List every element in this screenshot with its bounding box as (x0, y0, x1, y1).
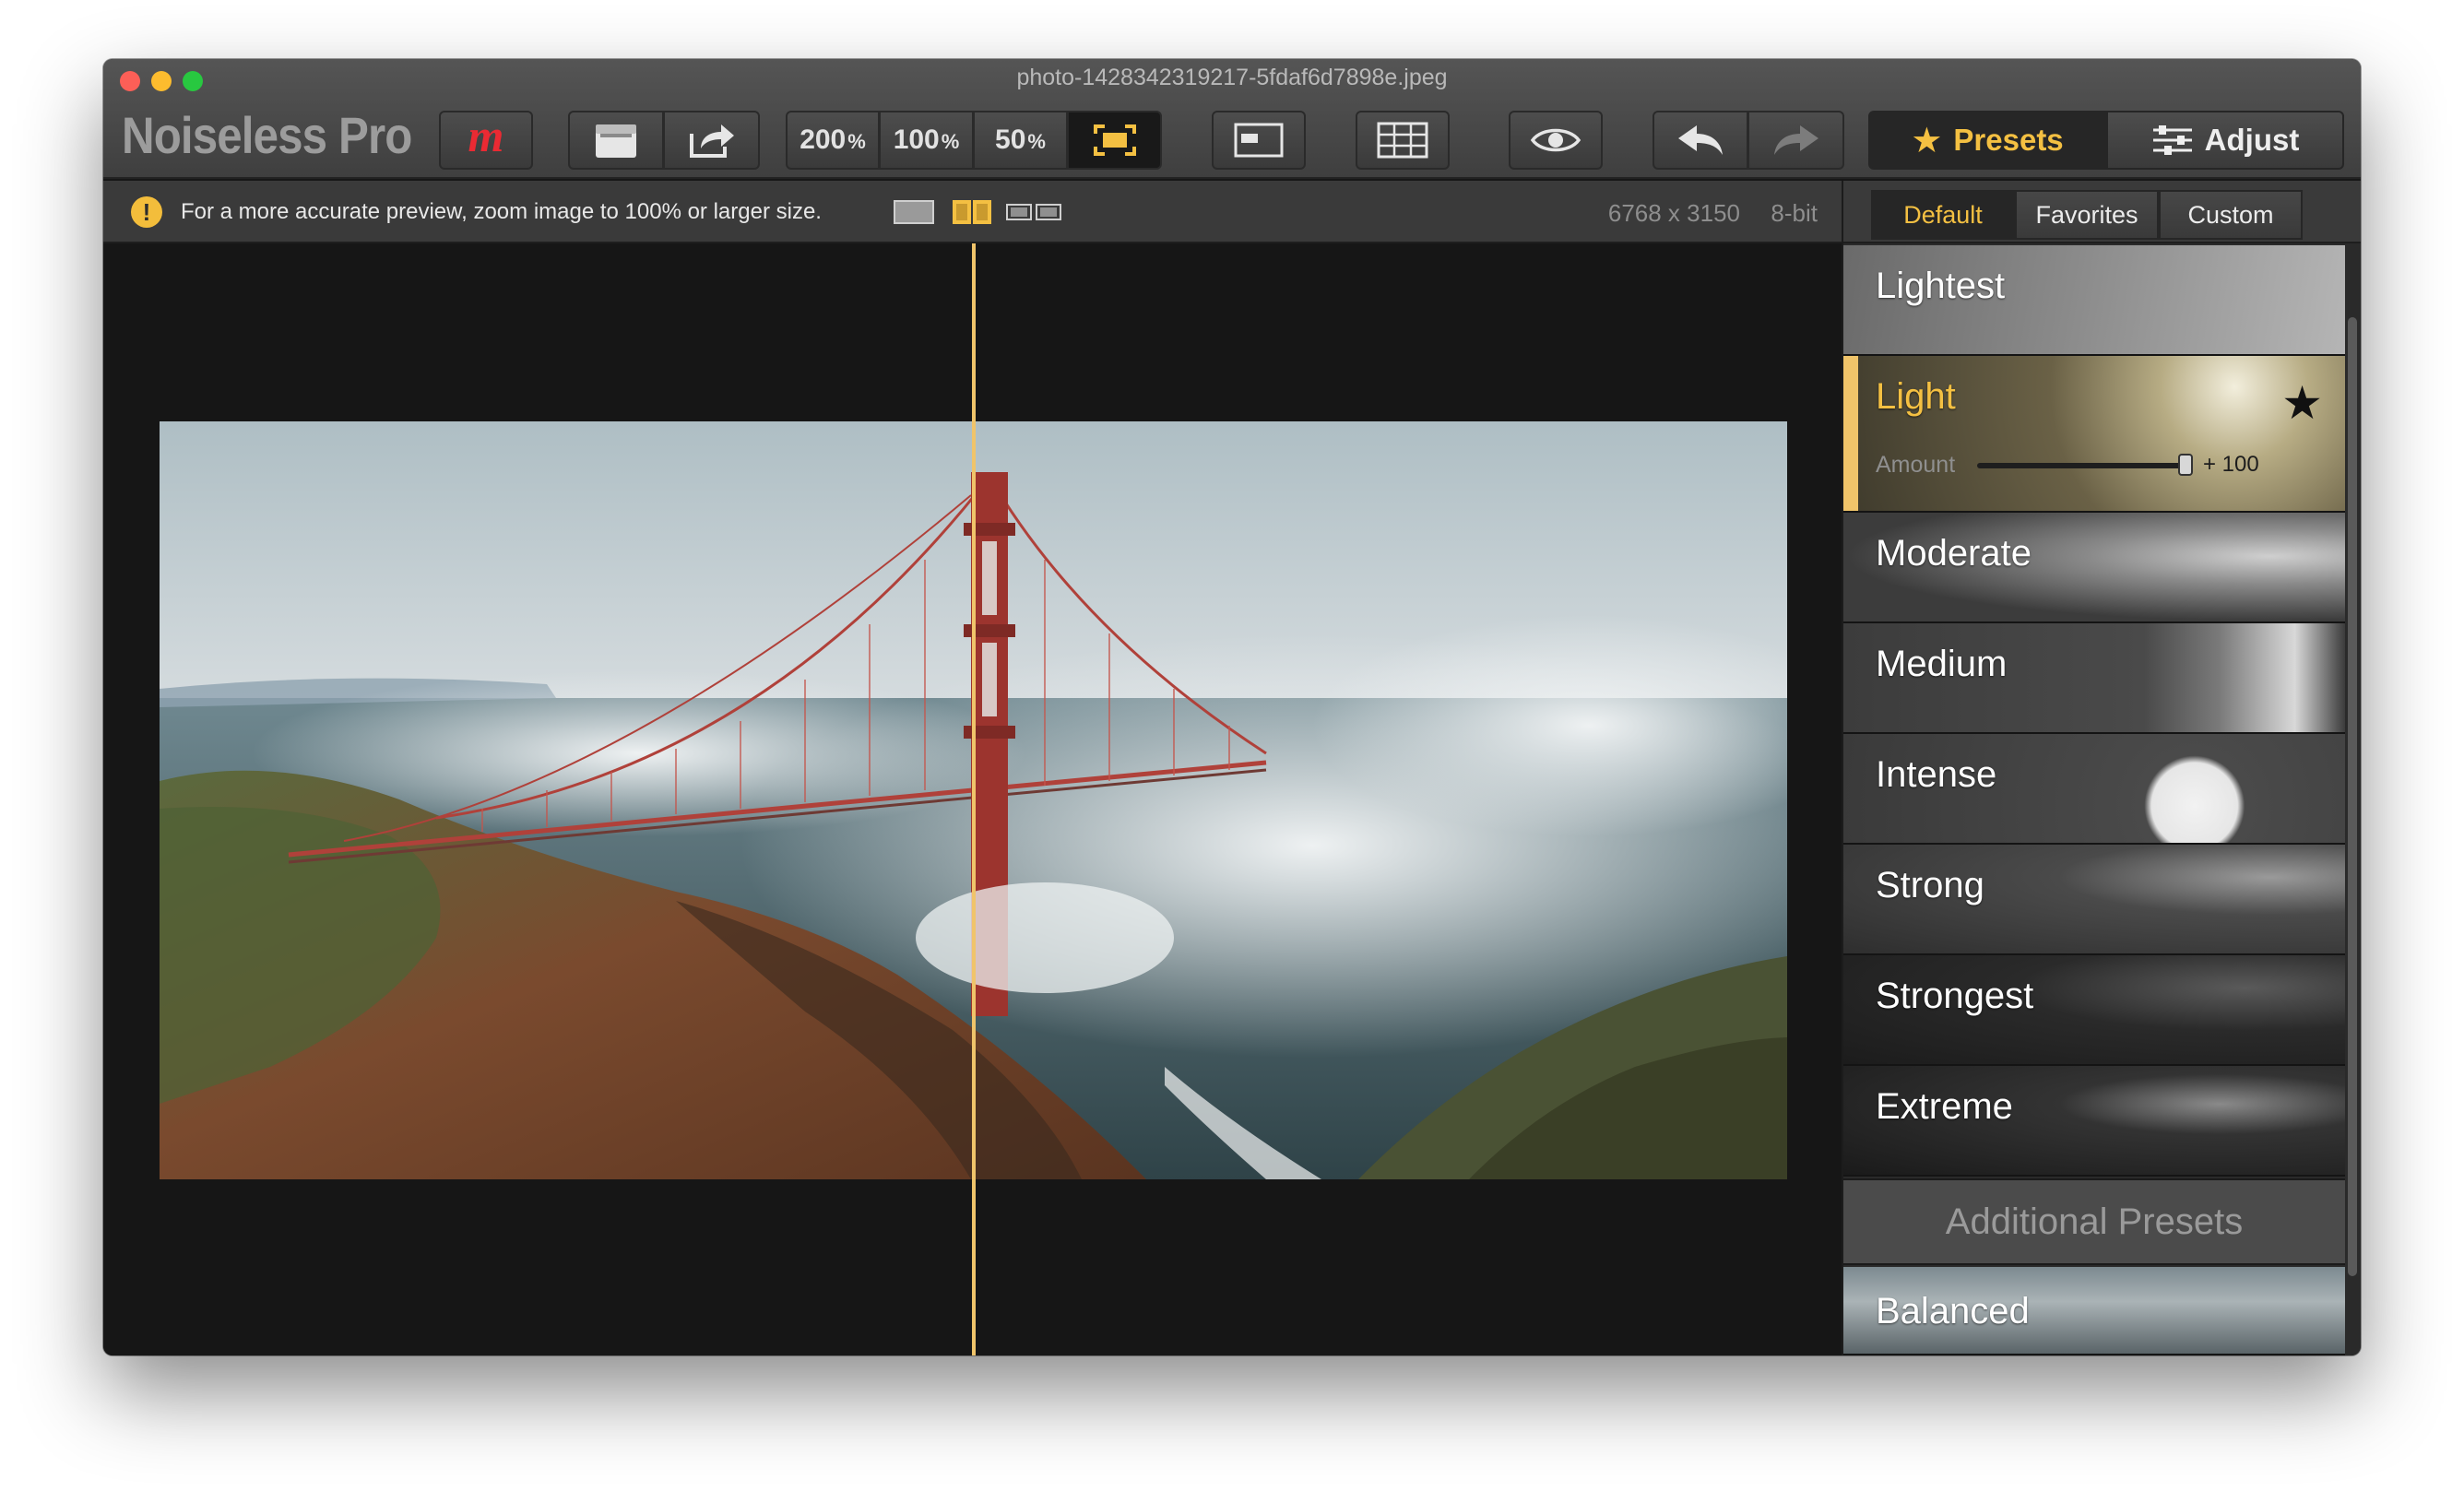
amount-label: Amount (1876, 452, 1956, 478)
preset-category-tabs: Default Favorites Custom (1843, 181, 2361, 243)
star-icon: ★ (1911, 121, 1943, 160)
presets-tab-button[interactable]: ★ Presets (1868, 111, 2106, 170)
grid-icon (1377, 122, 1428, 159)
open-file-button[interactable] (568, 111, 664, 170)
app-name: Noiseless Pro (122, 106, 412, 164)
app-window: photo-1428342319217-5fdaf6d7898e.jpeg No… (103, 59, 2361, 1355)
fit-to-screen-icon (1093, 124, 1136, 156)
tab-favorites[interactable]: Favorites (2015, 190, 2159, 240)
favorite-star-icon[interactable]: ★ (2281, 376, 2323, 430)
undo-button[interactable] (1653, 111, 1748, 170)
additional-presets-header[interactable]: Additional Presets (1843, 1178, 2345, 1265)
selected-indicator (1843, 356, 1858, 511)
warning-icon: ! (131, 196, 162, 228)
preset-medium[interactable]: Medium (1843, 623, 2345, 734)
sidebar-scrollbar[interactable] (2348, 317, 2357, 1276)
zoom-warning-text: For a more accurate preview, zoom image … (181, 199, 822, 224)
single-compare-view-icon[interactable] (893, 199, 935, 225)
redo-button[interactable] (1748, 111, 1844, 170)
preview-toggle-button[interactable] (1509, 111, 1603, 170)
image-dimensions: 6768 x 3150 (1607, 199, 1740, 227)
amount-slider[interactable] (1977, 454, 2193, 476)
title-bar: photo-1428342319217-5fdaf6d7898e.jpeg No… (103, 59, 2361, 179)
eye-icon (1530, 128, 1581, 152)
bit-depth: 8-bit (1771, 199, 1818, 227)
redo-icon (1773, 125, 1818, 155)
zoom-200-button[interactable]: 200% (786, 111, 880, 170)
amount-slider-handle[interactable] (2178, 454, 2193, 476)
info-bar: ! For a more accurate preview, zoom imag… (103, 181, 1842, 243)
macphun-logo-icon: m (468, 110, 504, 161)
zoom-100-button[interactable]: 100% (880, 111, 974, 170)
tab-default[interactable]: Default (1871, 190, 2015, 240)
grid-view-button[interactable] (1356, 111, 1450, 170)
preset-strong[interactable]: Strong (1843, 845, 2345, 955)
preset-light[interactable]: Light ★ Amount + 100 (1843, 356, 2345, 513)
open-folder-icon (596, 124, 636, 158)
presets-sidebar: Default Favorites Custom Lightest Light … (1842, 181, 2361, 1355)
preset-extreme[interactable]: Extreme (1843, 1066, 2345, 1177)
side-by-side-view-icon[interactable] (1005, 199, 1062, 225)
undo-icon (1678, 125, 1723, 155)
preset-strongest[interactable]: Strongest (1843, 955, 2345, 1066)
adjust-tab-button[interactable]: Adjust (2106, 111, 2344, 170)
share-button[interactable] (664, 111, 760, 170)
preset-intense[interactable]: Intense (1843, 734, 2345, 845)
share-icon (689, 124, 734, 158)
amount-value: + 100 (2203, 452, 2259, 477)
single-view-icon (1234, 123, 1284, 158)
single-view-button[interactable] (1212, 111, 1306, 170)
sliders-icon (2152, 125, 2192, 155)
comparison-split-handle[interactable] (972, 243, 976, 1355)
preset-moderate[interactable]: Moderate (1843, 513, 2345, 623)
zoom-50-button[interactable]: 50% (974, 111, 1068, 170)
preset-lightest[interactable]: Lightest (1843, 245, 2345, 356)
tab-custom[interactable]: Custom (2159, 190, 2303, 240)
preset-balanced[interactable]: Balanced (1843, 1267, 2345, 1355)
window-title: photo-1428342319217-5fdaf6d7898e.jpeg (1016, 65, 1448, 90)
macphun-button[interactable]: m (439, 110, 533, 170)
zoom-fit-button[interactable] (1068, 111, 1162, 170)
split-view-icon[interactable] (952, 199, 992, 225)
image-canvas[interactable] (103, 243, 1842, 1355)
